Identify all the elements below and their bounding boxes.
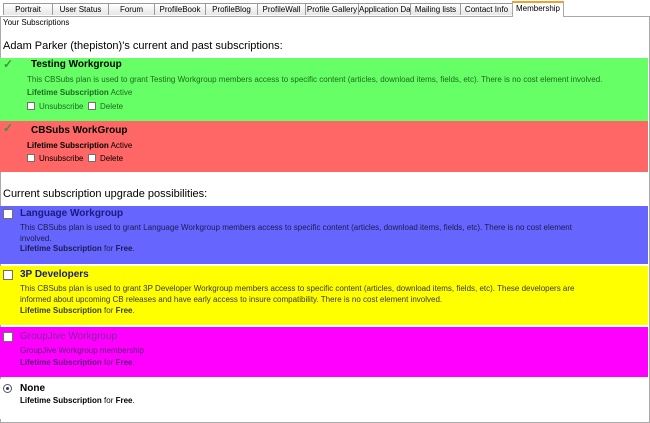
- tab-forum[interactable]: Forum: [108, 3, 155, 15]
- subscription-title: CBSubs WorkGroup: [31, 125, 128, 136]
- current-subscriptions-heading: Adam Parker (thepiston)'s current and pa…: [3, 40, 283, 52]
- tab-profileblog[interactable]: ProfileBlog: [205, 3, 258, 15]
- select-plan-checkbox[interactable]: [3, 332, 13, 342]
- delete-checkbox[interactable]: [88, 154, 96, 162]
- tab-application-data[interactable]: Application Dat: [358, 3, 411, 15]
- plan-title: GroupJive Workgroup: [20, 331, 118, 342]
- tab-profilewall[interactable]: ProfileWall: [257, 3, 306, 15]
- plan-title: Language Workgroup: [20, 208, 124, 219]
- subscription-title: Testing Workgroup: [31, 59, 122, 70]
- tab-mailing-lists[interactable]: Mailing lists: [410, 3, 461, 15]
- plan-price: Lifetime Subscription for Free.: [20, 358, 135, 367]
- plan-description: This CBSubs plan is used to grant Langua…: [20, 223, 572, 243]
- plan-title: 3P Developers: [20, 269, 89, 280]
- plan-description: GroupJive Workgroup membership: [20, 346, 144, 355]
- unsubscribe-checkbox[interactable]: [27, 102, 35, 110]
- upgrade-language-workgroup: Language Workgroup This CBSubs plan is u…: [0, 206, 648, 264]
- subscription-status: Lifetime Subscription Active: [27, 141, 133, 150]
- upgrade-groupjive-workgroup: GroupJive Workgroup GroupJive Workgroup …: [0, 327, 648, 377]
- tab-user-status[interactable]: User Status: [52, 3, 109, 15]
- plan-price: Lifetime Subscription for Free.: [20, 244, 135, 253]
- plan-price: Lifetime Subscription for Free.: [20, 306, 135, 315]
- unsubscribe-checkbox[interactable]: [27, 154, 35, 162]
- select-plan-checkbox[interactable]: [3, 270, 13, 280]
- subscription-status: Lifetime Subscription Active: [27, 88, 133, 97]
- tab-contact-info[interactable]: Contact Info: [460, 3, 513, 15]
- plan-title: None: [20, 383, 45, 394]
- tab-profilebook[interactable]: ProfileBook: [154, 3, 206, 15]
- select-plan-checkbox[interactable]: [3, 209, 13, 219]
- section-label: Your Subscriptions: [3, 18, 70, 27]
- profile-tabs: Portrait User Status Forum ProfileBook P…: [0, 0, 650, 17]
- select-none-radio[interactable]: [3, 384, 12, 393]
- delete-label: Delete: [100, 102, 124, 111]
- upgrade-none: None Lifetime Subscription for Free.: [0, 379, 648, 419]
- upgrade-possibilities-heading: Current subscription upgrade possibiliti…: [3, 188, 208, 200]
- plan-description: This CBSubs plan is used to grant 3P Dev…: [20, 284, 575, 304]
- tab-profile-gallery[interactable]: Profile Gallery: [305, 3, 359, 15]
- unsubscribe-label: Unsubscribe: [39, 102, 84, 111]
- checkmark-icon: ✓: [3, 57, 14, 71]
- subscription-testing-workgroup: ✓ Testing Workgroup This CBSubs plan is …: [0, 58, 648, 121]
- subscription-description: This CBSubs plan is used to grant Testin…: [27, 75, 603, 84]
- delete-checkbox[interactable]: [88, 102, 96, 110]
- plan-price: Lifetime Subscription for Free.: [20, 396, 135, 405]
- subscription-cbsubs-workgroup: ✓ CBSubs WorkGroup Lifetime Subscription…: [0, 121, 648, 172]
- tab-membership[interactable]: Membership: [512, 1, 564, 17]
- upgrade-3p-developers: 3P Developers This CBSubs plan is used t…: [0, 266, 648, 325]
- checkmark-icon: ✓: [3, 121, 14, 135]
- tab-portrait[interactable]: Portrait: [3, 3, 53, 15]
- delete-label: Delete: [100, 154, 124, 163]
- unsubscribe-label: Unsubscribe: [39, 154, 84, 163]
